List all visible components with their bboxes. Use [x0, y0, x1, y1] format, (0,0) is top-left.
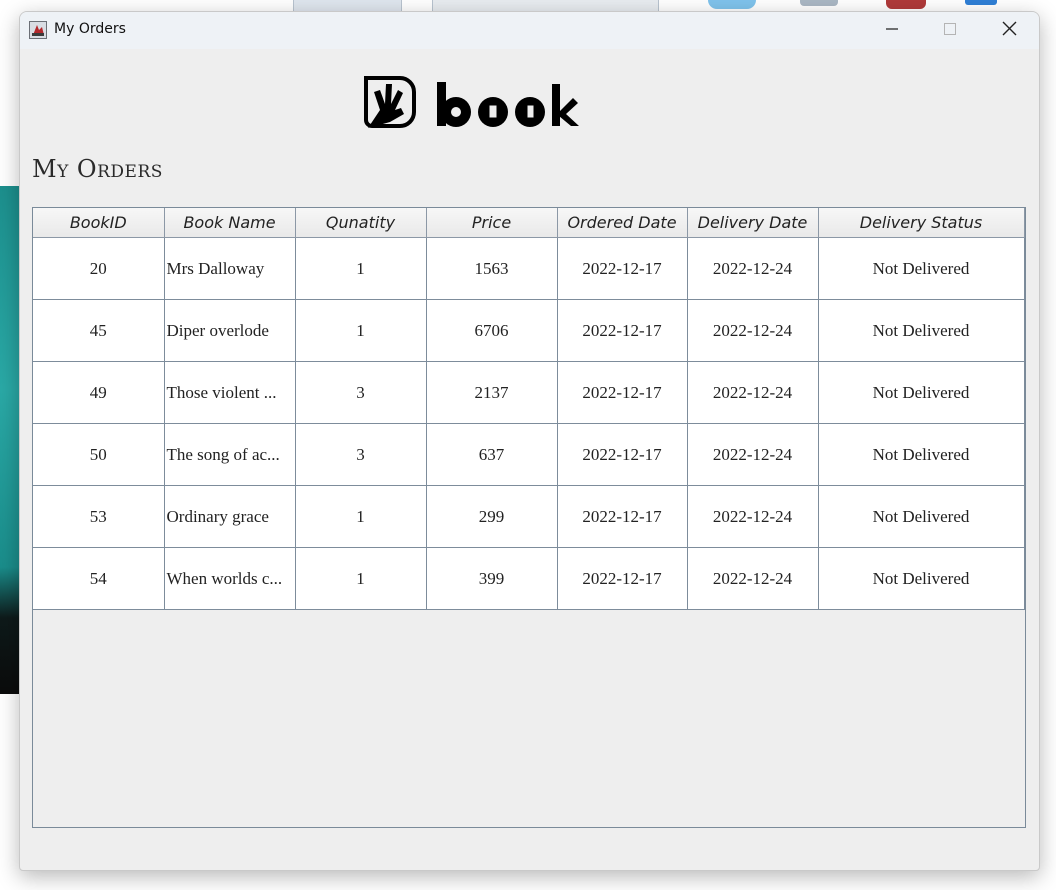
- close-button[interactable]: [980, 12, 1038, 49]
- background-app-strip: [0, 186, 19, 694]
- cell-delivery-date[interactable]: 2022-12-24: [686, 361, 819, 424]
- my-orders-window: My Orders My Orders BookID Book Name Qun…: [19, 11, 1040, 871]
- cell-quantity[interactable]: 1: [294, 237, 427, 300]
- column-header-delivery-status[interactable]: Delivery Status: [817, 208, 1025, 238]
- window-title: My Orders: [54, 21, 126, 37]
- cell-bookid[interactable]: 53: [33, 485, 165, 548]
- close-icon: [1002, 21, 1017, 40]
- cell-price[interactable]: 399: [425, 547, 558, 610]
- maximize-button[interactable]: [921, 12, 979, 49]
- book-logo: book: [360, 70, 580, 134]
- cell-bookid[interactable]: 49: [33, 361, 165, 424]
- minimize-button[interactable]: [863, 12, 921, 49]
- cell-book-name[interactable]: Ordinary grace: [163, 485, 296, 548]
- java-app-icon: [29, 21, 47, 39]
- cell-delivery-status[interactable]: Not Delivered: [817, 299, 1025, 362]
- cell-delivery-date[interactable]: 2022-12-24: [686, 547, 819, 610]
- cell-price[interactable]: 299: [425, 485, 558, 548]
- cell-delivery-date[interactable]: 2022-12-24: [686, 423, 819, 486]
- cell-delivery-date[interactable]: 2022-12-24: [686, 485, 819, 548]
- cell-ordered-date[interactable]: 2022-12-17: [556, 299, 688, 362]
- cell-delivery-status[interactable]: Not Delivered: [817, 237, 1025, 300]
- title-bar[interactable]: My Orders: [20, 12, 1039, 49]
- cell-bookid[interactable]: 54: [33, 547, 165, 610]
- cell-delivery-status[interactable]: Not Delivered: [817, 485, 1025, 548]
- cell-price[interactable]: 637: [425, 423, 558, 486]
- background-icon: [886, 0, 926, 9]
- cell-ordered-date[interactable]: 2022-12-17: [556, 547, 688, 610]
- maximize-icon: [943, 21, 957, 40]
- cell-ordered-date[interactable]: 2022-12-17: [556, 423, 688, 486]
- cell-bookid[interactable]: 20: [33, 237, 165, 300]
- cell-delivery-date[interactable]: 2022-12-24: [686, 237, 819, 300]
- cell-book-name[interactable]: The song of ac...: [163, 423, 296, 486]
- cell-delivery-status[interactable]: Not Delivered: [817, 361, 1025, 424]
- column-header-price[interactable]: Price: [425, 208, 558, 238]
- cell-ordered-date[interactable]: 2022-12-17: [556, 361, 688, 424]
- page-title: My Orders: [32, 155, 163, 183]
- cell-price[interactable]: 1563: [425, 237, 558, 300]
- cell-quantity[interactable]: 1: [294, 485, 427, 548]
- cell-quantity[interactable]: 3: [294, 423, 427, 486]
- background-icon: [965, 0, 997, 5]
- cell-book-name[interactable]: Mrs Dalloway: [163, 237, 296, 300]
- table-header-row: BookID Book Name Qunatity Price Ordered …: [33, 208, 1025, 238]
- background-window-edge: [432, 0, 659, 11]
- cell-ordered-date[interactable]: 2022-12-17: [556, 485, 688, 548]
- column-header-ordered-date[interactable]: Ordered Date: [556, 208, 688, 238]
- column-header-book-name[interactable]: Book Name: [163, 208, 296, 238]
- orders-table-panel[interactable]: BookID Book Name Qunatity Price Ordered …: [32, 207, 1026, 828]
- background-icon: [800, 0, 838, 6]
- cell-delivery-date[interactable]: 2022-12-24: [686, 299, 819, 362]
- cell-bookid[interactable]: 50: [33, 423, 165, 486]
- cell-bookid[interactable]: 45: [33, 299, 165, 362]
- orders-table[interactable]: BookID Book Name Qunatity Price Ordered …: [33, 208, 1025, 610]
- background-window-edge: [293, 0, 402, 11]
- column-header-delivery-date[interactable]: Delivery Date: [686, 208, 819, 238]
- cell-price[interactable]: 6706: [425, 299, 558, 362]
- column-header-quantity[interactable]: Qunatity: [294, 208, 427, 238]
- table-row[interactable]: 54 When worlds c... 1 399 2022-12-17 202…: [33, 547, 1025, 610]
- minimize-icon: [885, 21, 899, 40]
- cell-quantity[interactable]: 3: [294, 361, 427, 424]
- table-row[interactable]: 45 Diper overlode 1 6706 2022-12-17 2022…: [33, 299, 1025, 362]
- background-icon: [708, 0, 756, 9]
- cell-book-name[interactable]: When worlds c...: [163, 547, 296, 610]
- cell-quantity[interactable]: 1: [294, 547, 427, 610]
- cell-book-name[interactable]: Diper overlode: [163, 299, 296, 362]
- cell-delivery-status[interactable]: Not Delivered: [817, 423, 1025, 486]
- cell-price[interactable]: 2137: [425, 361, 558, 424]
- table-row[interactable]: 20 Mrs Dalloway 1 1563 2022-12-17 2022-1…: [33, 237, 1025, 300]
- table-row[interactable]: 50 The song of ac... 3 637 2022-12-17 20…: [33, 423, 1025, 486]
- cell-ordered-date[interactable]: 2022-12-17: [556, 237, 688, 300]
- table-row[interactable]: 49 Those violent ... 3 2137 2022-12-17 2…: [33, 361, 1025, 424]
- table-row[interactable]: 53 Ordinary grace 1 299 2022-12-17 2022-…: [33, 485, 1025, 548]
- cell-delivery-status[interactable]: Not Delivered: [817, 547, 1025, 610]
- cell-quantity[interactable]: 1: [294, 299, 427, 362]
- cell-book-name[interactable]: Those violent ...: [163, 361, 296, 424]
- column-header-bookid[interactable]: BookID: [33, 208, 165, 238]
